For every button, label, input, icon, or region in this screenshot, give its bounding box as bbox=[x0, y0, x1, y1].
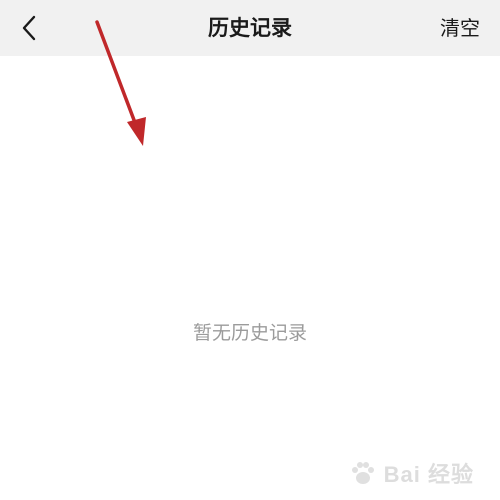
clear-button[interactable]: 清空 bbox=[440, 0, 480, 56]
watermark: Bai 经验 bbox=[348, 456, 474, 490]
nav-bar: 历史记录 清空 bbox=[0, 0, 500, 56]
paw-logo-icon bbox=[351, 462, 374, 484]
empty-state-text: 暂无历史记录 bbox=[192, 322, 307, 344]
chevron-left-icon bbox=[22, 15, 36, 41]
page-title: 历史记录 bbox=[208, 16, 292, 40]
history-screen: 历史记录 清空 暂无历史记录 Bai 经验 bbox=[0, 0, 500, 500]
watermark-text: Bai 经验 bbox=[383, 462, 474, 487]
annotation-arrow bbox=[95, 20, 146, 146]
back-button[interactable] bbox=[8, 6, 52, 50]
